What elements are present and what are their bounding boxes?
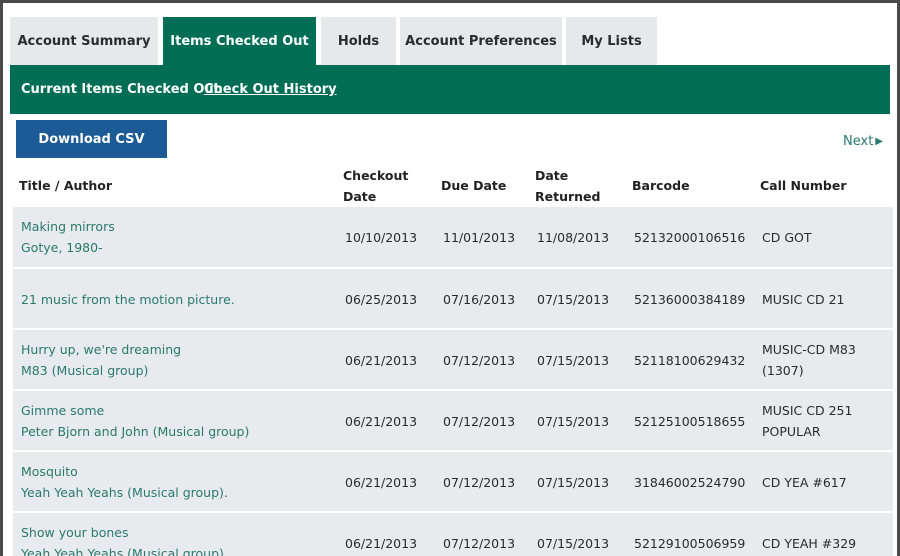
table-row: Gimme some Peter Bjorn and John (Musical … <box>13 389 893 450</box>
date-returned: 07/15/2013 <box>537 292 610 307</box>
checkout-date: 10/10/2013 <box>345 230 418 245</box>
barcode: 52132000106516 <box>634 230 746 245</box>
item-author-link[interactable]: Yeah Yeah Yeahs (Musical group). <box>21 482 228 503</box>
item-author-link[interactable]: Peter Bjorn and John (Musical group) <box>21 421 249 442</box>
checkout-date: 06/21/2013 <box>345 536 418 551</box>
table-row: Show your bones Yeah Yeah Yeahs (Musical … <box>13 511 893 556</box>
tab-items-checked-out[interactable]: Items Checked Out <box>163 17 316 65</box>
table-row: Making mirrors Gotye, 1980- 10/10/2013 11/0… <box>13 207 893 267</box>
checkout-subnav: Current Items Checked Out Check Out Hist… <box>10 65 890 114</box>
tab-my-lists[interactable]: My Lists <box>566 17 657 65</box>
next-page-link[interactable]: Next ▶ <box>843 134 883 149</box>
barcode: 52125100518655 <box>634 414 746 429</box>
header-barcode: Barcode <box>632 178 690 193</box>
header-date-returned: Date Returned <box>535 168 601 204</box>
due-date: 07/12/2013 <box>443 536 516 551</box>
date-returned: 07/15/2013 <box>537 475 610 490</box>
checkout-date: 06/21/2013 <box>345 414 418 429</box>
table-body: Making mirrors Gotye, 1980- 10/10/2013 11/0… <box>13 207 893 556</box>
item-title-link[interactable]: Hurry up, we're dreaming <box>21 339 181 360</box>
call-number: CD YEAH #329 <box>762 536 857 551</box>
header-title-author: Title / Author <box>19 178 113 193</box>
checkout-date: 06/21/2013 <box>345 475 418 490</box>
current-items-label[interactable]: Current Items Checked Out <box>21 82 220 97</box>
date-returned: 07/15/2013 <box>537 414 610 429</box>
checkout-history-link[interactable]: Check Out History <box>204 82 337 97</box>
item-title-link[interactable]: Gimme some <box>21 400 104 421</box>
due-date: 07/16/2013 <box>443 292 516 307</box>
due-date: 07/12/2013 <box>443 353 516 368</box>
due-date: 07/12/2013 <box>443 414 516 429</box>
item-title-link[interactable]: 21 music from the motion picture. <box>21 289 235 310</box>
barcode: 52118100629432 <box>634 353 746 368</box>
tab-account-preferences[interactable]: Account Preferences <box>400 17 562 65</box>
barcode: 52136000384189 <box>634 292 746 307</box>
call-number-continued: POPULAR <box>762 424 821 439</box>
item-author-link[interactable]: Gotye, 1980- <box>21 237 103 258</box>
barcode: 52129100506959 <box>634 536 746 551</box>
item-author-link[interactable]: Yeah Yeah Yeahs (Musical group) <box>21 543 224 556</box>
next-label: Next <box>843 134 874 149</box>
header-checkout-date: Checkout Date <box>343 168 409 204</box>
tab-holds[interactable]: Holds <box>321 17 396 65</box>
item-title-link[interactable]: Show your bones <box>21 522 129 543</box>
call-number-continued: (1307) <box>762 363 804 378</box>
call-number: CD YEA #617 <box>762 475 847 490</box>
date-returned: 07/15/2013 <box>537 536 610 551</box>
account-tabs: Account Summary Items Checked Out Holds … <box>10 17 890 65</box>
due-date: 07/12/2013 <box>443 475 516 490</box>
date-returned: 07/15/2013 <box>537 353 610 368</box>
call-number: MUSIC CD 21 <box>762 292 845 307</box>
date-returned: 11/08/2013 <box>537 230 610 245</box>
checkout-date: 06/25/2013 <box>345 292 418 307</box>
barcode: 31846002524790 <box>634 475 746 490</box>
header-due-date: Due Date <box>441 178 507 193</box>
due-date: 11/01/2013 <box>443 230 516 245</box>
item-title-link[interactable]: Making mirrors <box>21 216 115 237</box>
tab-account-summary[interactable]: Account Summary <box>10 17 158 65</box>
table-row: Mosquito Yeah Yeah Yeahs (Musical group).… <box>13 450 893 511</box>
item-author-link[interactable]: M83 (Musical group) <box>21 360 148 381</box>
triangle-right-icon: ▶ <box>875 136 883 147</box>
table-row: Hurry up, we're dreaming M83 (Musical gro… <box>13 328 893 389</box>
checked-out-table: Title / Author Checkout Date Due Date Da… <box>13 165 893 556</box>
call-number: MUSIC CD 251 <box>762 403 853 418</box>
header-call-number: Call Number <box>760 178 847 193</box>
call-number: MUSIC-CD M83 <box>762 342 856 357</box>
table-header: Title / Author Checkout Date Due Date Da… <box>13 165 893 207</box>
item-title-link[interactable]: Mosquito <box>21 461 78 482</box>
table-row: 21 music from the motion picture. 06/25/2… <box>13 267 893 328</box>
call-number: CD GOT <box>762 230 812 245</box>
account-panel: Account Summary Items Checked Out Holds … <box>0 0 900 556</box>
download-csv-button[interactable]: Download CSV <box>16 120 167 158</box>
checkout-date: 06/21/2013 <box>345 353 418 368</box>
